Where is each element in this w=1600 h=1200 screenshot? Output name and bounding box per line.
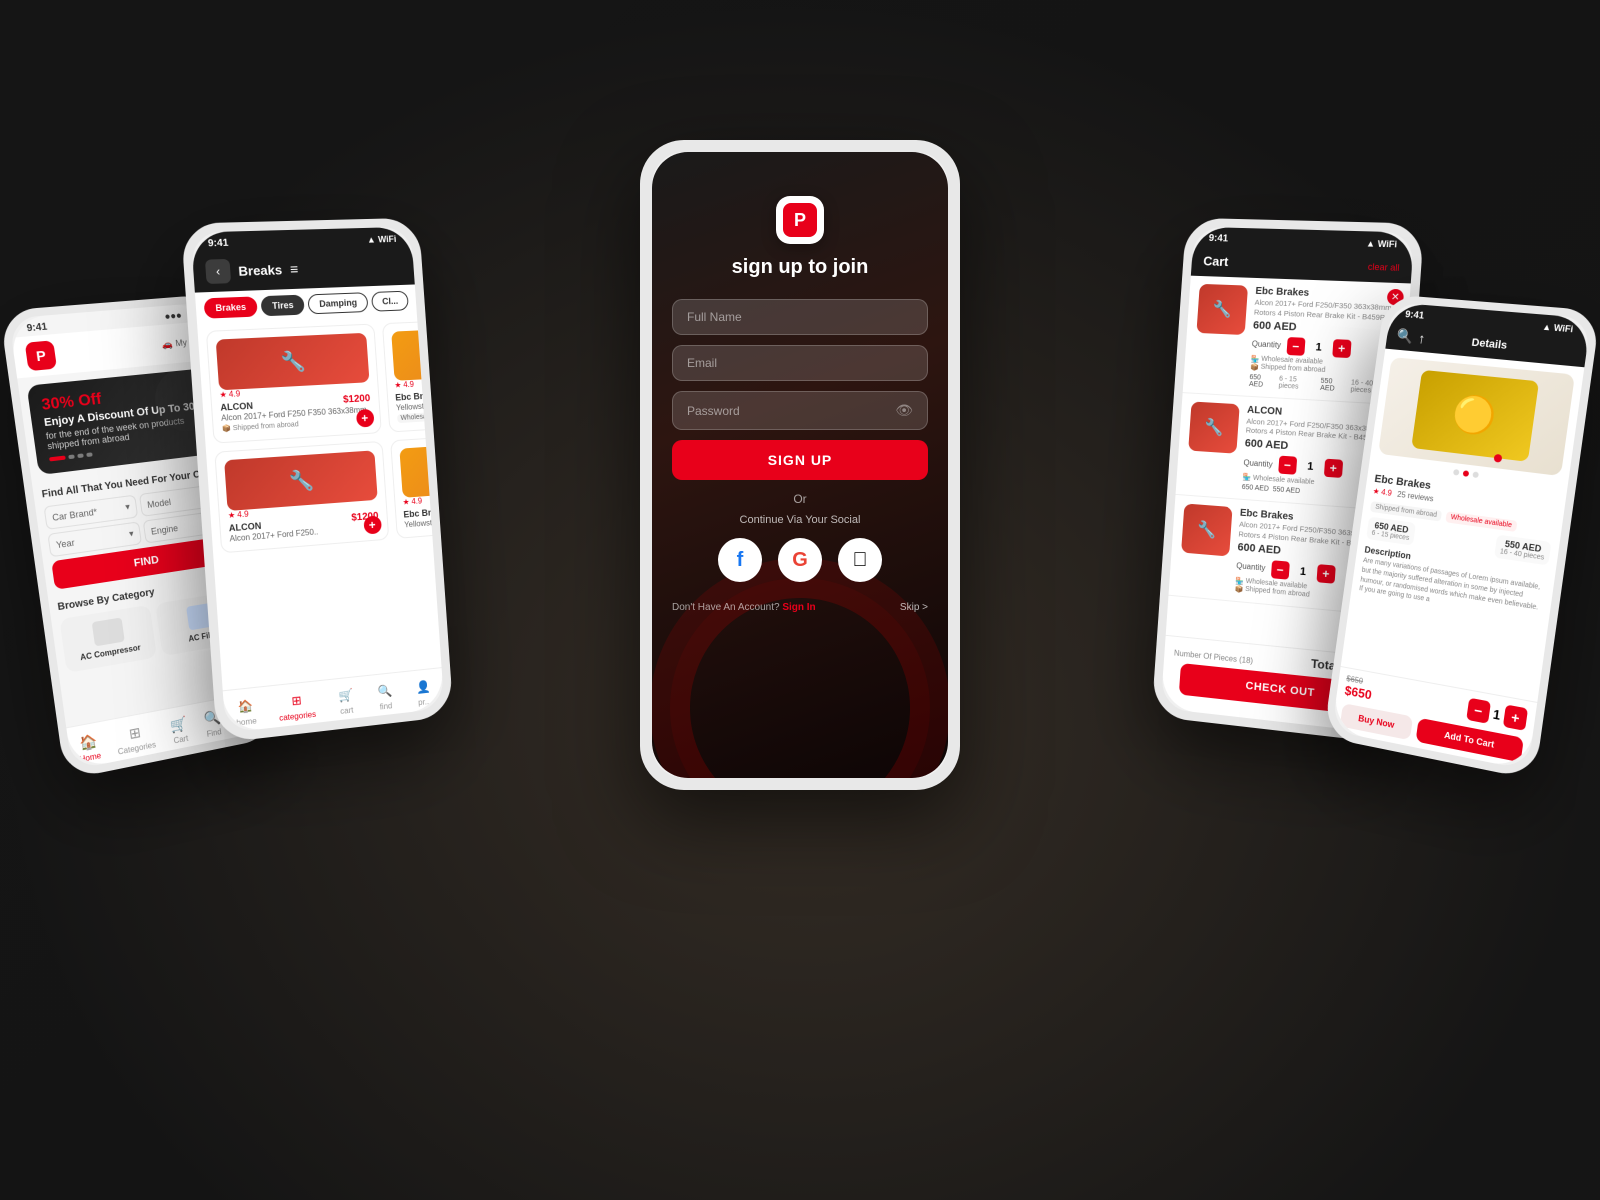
google-button[interactable]: G <box>778 538 822 582</box>
qty-value-2: 1 <box>1302 460 1319 473</box>
signup-form: P sign up to join Full Name Email Passwo… <box>652 196 948 613</box>
cart-title: Cart <box>1203 254 1229 270</box>
nav-cart[interactable]: 🛒 Cart <box>169 714 190 746</box>
product-detail-image: 🟡 <box>1378 357 1575 476</box>
facebook-button[interactable]: f <box>718 538 762 582</box>
tab-brakes[interactable]: Brakes <box>204 296 258 318</box>
brake-pad-visual: 🟡 <box>1411 370 1539 462</box>
nav-categories[interactable]: ⊞ Categories <box>115 720 157 756</box>
tab-damping[interactable]: Damping <box>308 292 369 314</box>
product-brand-3: ALCON <box>228 520 261 533</box>
product-grid: 🔧 ★ 4.9 ALCON $1200 Alcon 2017+ Ford F25… <box>197 316 433 560</box>
find-icon-2: 🔍 <box>376 681 395 701</box>
home-icon: 🏠 <box>78 731 99 753</box>
buy-now-button[interactable]: Buy Now <box>1340 703 1414 740</box>
qty-value-1: 1 <box>1310 341 1327 354</box>
img-dot-2[interactable] <box>1463 470 1470 477</box>
categories-icon-2: ⊞ <box>287 691 306 711</box>
cart-icon: 🛒 <box>169 714 189 735</box>
qty-value-detail: 1 <box>1492 706 1501 722</box>
img-dot-1[interactable] <box>1453 469 1460 476</box>
signup-logo: P <box>776 196 824 244</box>
nav2-find[interactable]: 🔍 find <box>376 681 395 712</box>
detail-qty-control: − 1 + <box>1466 698 1528 731</box>
password-input[interactable]: Password 👁 <box>672 391 928 430</box>
sign-in-link[interactable]: Sign In <box>782 602 815 613</box>
nav-home[interactable]: 🏠 Home <box>76 731 102 765</box>
back-button[interactable]: ‹ <box>205 259 231 284</box>
status-icons-2: ▲ WiFi <box>367 234 397 245</box>
qty-increase-2[interactable]: + <box>1324 459 1343 478</box>
product-card-3[interactable]: 🔧 ★ 4.9 ALCON $1200 Alcon 2017+ Ford F25… <box>214 441 389 553</box>
categories-icon: ⊞ <box>125 722 145 743</box>
phone-categories: 9:41 ▲ WiFi ‹ Breaks ≡ Brakes Tires Damp… <box>181 218 454 744</box>
cart-icon-2: 🛒 <box>336 685 355 705</box>
qty-decrease-3[interactable]: − <box>1271 560 1290 580</box>
qty-decrease-1[interactable]: − <box>1286 337 1305 356</box>
fullname-input[interactable]: Full Name <box>672 299 928 335</box>
nav2-cart[interactable]: 🛒 cart <box>336 685 356 716</box>
tier-1: 650 AED 6 - 15 pieces <box>1366 517 1416 546</box>
category-title: Breaks <box>238 262 283 279</box>
detail-price-section: $650 $650 <box>1344 674 1374 702</box>
status-time: 9:41 <box>26 322 48 335</box>
social-icons: f G  <box>672 538 928 582</box>
category-item-compressor[interactable]: AC Compressor <box>59 605 157 673</box>
status-icons-5: ▲ WiFi <box>1542 321 1574 334</box>
cart-item-img-2: 🔧 <box>1188 401 1240 453</box>
tab-tires[interactable]: Tires <box>260 295 305 317</box>
tier-2: 550 AED 16 - 40 pieces <box>1494 535 1551 566</box>
product-brand-1: ALCON <box>220 400 253 412</box>
compressor-icon <box>91 618 124 647</box>
nav2-home[interactable]: 🏠 home <box>235 696 257 728</box>
social-text: Continue Via Your Social <box>672 514 928 526</box>
filter-icon[interactable]: ≡ <box>289 261 298 277</box>
status-time-2: 9:41 <box>208 238 229 250</box>
brake-image-1: 🔧 <box>216 333 369 390</box>
apple-button[interactable]:  <box>838 538 882 582</box>
qty-decrease-detail[interactable]: − <box>1466 698 1491 724</box>
product-card-1[interactable]: 🔧 ★ 4.9 ALCON $1200 Alcon 2017+ Ford F25… <box>206 324 382 444</box>
product-price-1: $1200 <box>343 393 371 405</box>
dot-indicator-active <box>1493 454 1502 463</box>
cart-item-img-3: 🔧 <box>1181 503 1233 556</box>
app-logo: P <box>25 340 57 371</box>
home-icon-2: 🏠 <box>236 696 256 716</box>
email-input[interactable]: Email <box>672 345 928 381</box>
cart-item-img-1: 🔧 <box>1196 284 1248 335</box>
details-header-icons: 🔍 ↑ <box>1395 327 1426 346</box>
nav2-profile[interactable]: 👤 pr... <box>414 677 433 707</box>
no-account-text: Don't Have An Account? Sign In <box>672 602 816 613</box>
qty-increase-3[interactable]: + <box>1316 564 1335 584</box>
nav2-categories[interactable]: ⊞ categories <box>277 690 316 723</box>
profile-icon-2: 👤 <box>414 677 432 697</box>
status-icons-4: ▲ WiFi <box>1366 238 1398 249</box>
spacer <box>1556 350 1576 352</box>
details-title: Details <box>1471 336 1508 351</box>
skip-link[interactable]: Skip > <box>900 602 928 613</box>
or-divider: Or <box>672 492 928 506</box>
signup-button[interactable]: SIGN UP <box>672 440 928 480</box>
tab-other[interactable]: Cl... <box>371 291 409 312</box>
add-product-1[interactable]: + <box>355 409 374 428</box>
qty-increase-detail[interactable]: + <box>1503 704 1528 730</box>
signup-title: sign up to join <box>672 256 928 279</box>
qty-increase-1[interactable]: + <box>1332 339 1351 358</box>
phone-signup: 9:41 ▲▲▲ P sign up to join Full Name Ema… <box>640 140 960 790</box>
signup-logo-inner: P <box>783 203 817 237</box>
img-dot-3[interactable] <box>1472 471 1479 478</box>
details-content: 🟡 Ebc Brakes ★ 4.9 25 reviews Shipped fr… <box>1350 349 1584 633</box>
qty-decrease-2[interactable]: − <box>1278 456 1297 475</box>
qty-value-3: 1 <box>1295 565 1312 578</box>
signup-footer: Don't Have An Account? Sign In Skip > <box>672 602 928 613</box>
product-brand-4: Ebc Brakes <box>403 506 444 519</box>
password-toggle-icon[interactable]: 👁 <box>895 402 913 419</box>
clear-all-button[interactable]: clear all <box>1368 261 1400 272</box>
compressor-label: AC Compressor <box>80 643 142 662</box>
search-icon-detail[interactable]: 🔍 <box>1395 327 1414 345</box>
share-icon-detail[interactable]: ↑ <box>1417 330 1426 346</box>
